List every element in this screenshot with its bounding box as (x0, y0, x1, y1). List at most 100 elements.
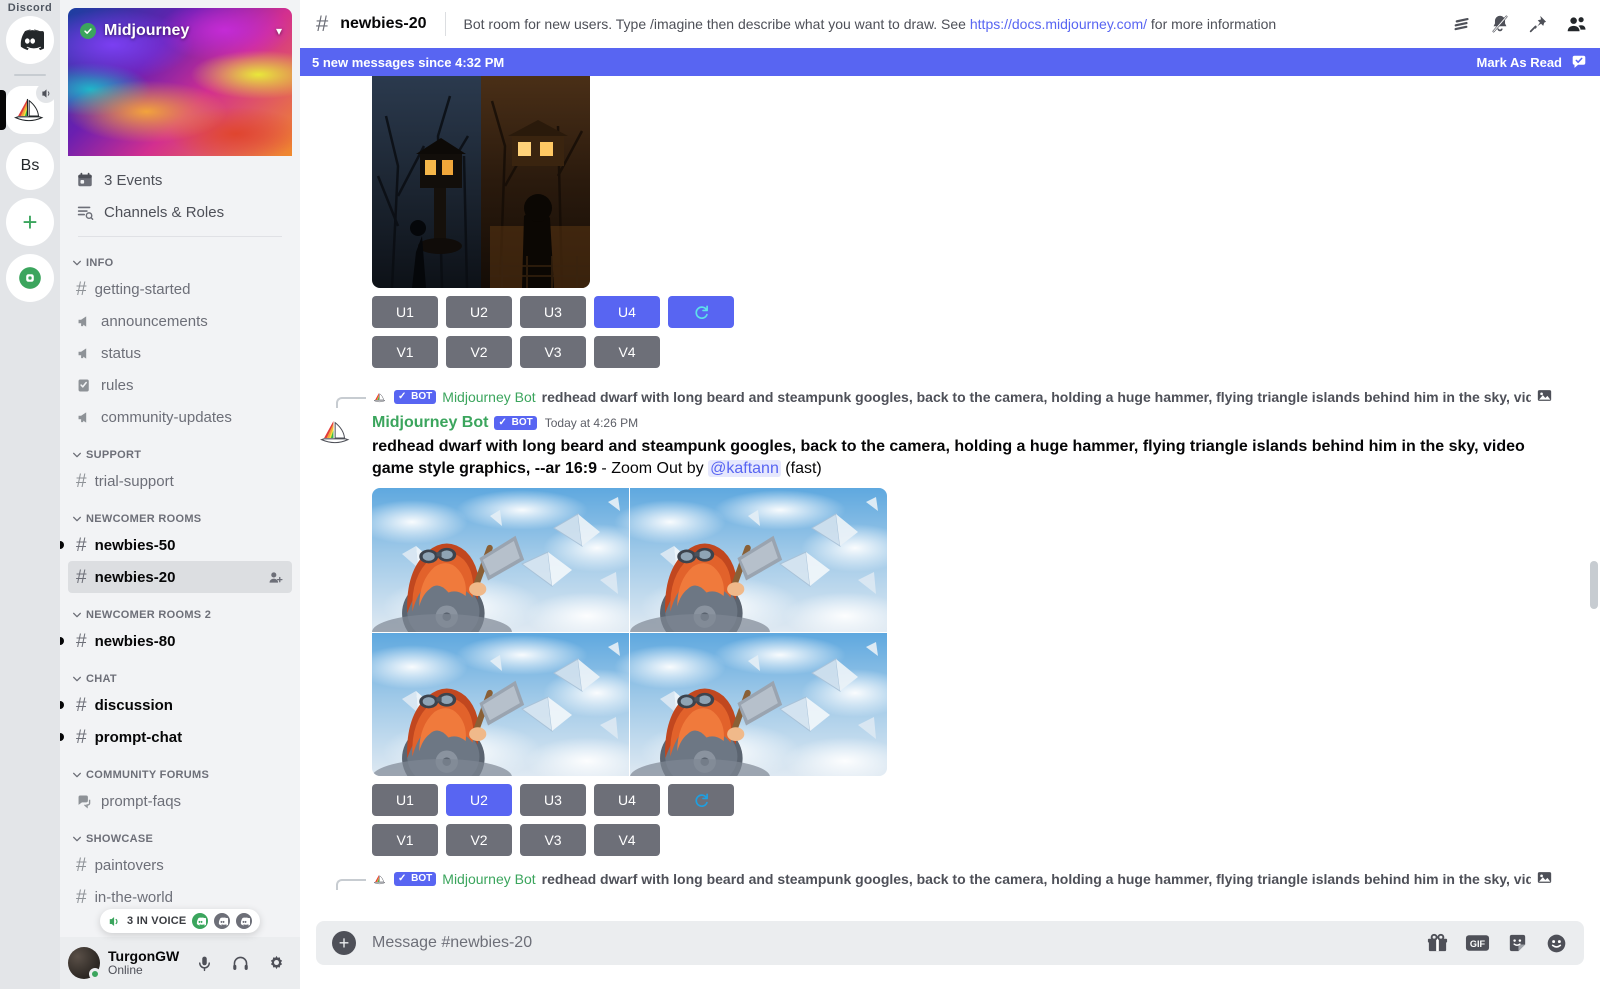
sticker-button[interactable] (1506, 932, 1529, 955)
category-label: COMMUNITY FORUMS (86, 769, 210, 781)
microphone-button[interactable] (188, 947, 220, 979)
unread-indicator (60, 637, 64, 645)
category-community-forums[interactable]: COMMUNITY FORUMS (68, 753, 292, 785)
sidebar-divider (78, 236, 282, 237)
category-support[interactable]: SUPPORT (68, 433, 292, 465)
sidebar-item-trial-support[interactable]: # trial-support (68, 465, 292, 497)
threads-button[interactable] (1446, 8, 1478, 40)
scrollbar-thumb[interactable] (1590, 561, 1598, 609)
generated-image-grid-previous[interactable] (372, 76, 590, 288)
add-server-button[interactable]: + (6, 198, 54, 246)
attachment-icon (1537, 388, 1552, 406)
discord-logo-icon (240, 916, 250, 925)
sidebar-item-community-updates[interactable]: community-updates (68, 401, 292, 433)
sidebar-item-prompt-chat[interactable]: # prompt-chat (60, 721, 292, 753)
scrollbar[interactable] (1590, 76, 1598, 921)
v1-button[interactable]: V1 (372, 824, 438, 856)
user-mention[interactable]: @kaftann (708, 460, 781, 477)
sidebar-item-prompt-faqs[interactable]: prompt-faqs (68, 785, 292, 817)
sidebar-item-events[interactable]: 3 Events (68, 164, 292, 196)
server-banner[interactable]: Midjourney ▾ (68, 8, 292, 156)
chevron-down-icon (73, 676, 81, 682)
mark-as-read-button[interactable]: Mark As Read (1477, 53, 1589, 71)
category-chat[interactable]: CHAT (68, 657, 292, 689)
channel-topic[interactable]: Bot room for new users. Type /imagine th… (464, 16, 1438, 32)
sidebar-item-getting-started[interactable]: # getting-started (68, 273, 292, 305)
emoji-button[interactable] (1545, 932, 1568, 955)
message-author[interactable]: Midjourney Bot (372, 414, 488, 432)
channel-topbar: # newbies-20 Bot room for new users. Typ… (300, 0, 1600, 48)
category-showcase[interactable]: SHOWCASE (68, 817, 292, 849)
v4-button[interactable]: V4 (594, 336, 660, 368)
explore-servers-button[interactable] (6, 254, 54, 302)
message-scroll-area: U1 U2 U3 U4 V1 V2 V3 V4 ✓ BOT Midjourney… (300, 76, 1600, 921)
topic-link[interactable]: https://docs.midjourney.com/ (970, 16, 1147, 32)
refresh-icon (694, 793, 708, 807)
category-newcomer-rooms-2[interactable]: NEWCOMER ROOMS 2 (68, 593, 292, 625)
v2-button[interactable]: V2 (446, 336, 512, 368)
voice-connected-badge (36, 83, 56, 103)
reply-spine (336, 397, 366, 408)
v3-button[interactable]: V3 (520, 336, 586, 368)
sidebar-item-status[interactable]: status (68, 337, 292, 369)
message-input[interactable] (372, 921, 1426, 965)
category-label: NEWCOMER ROOMS (86, 513, 202, 525)
v3-button[interactable]: V3 (520, 824, 586, 856)
microphone-icon (198, 956, 210, 971)
sidebar-item-newbies-20[interactable]: # newbies-20 (68, 561, 292, 593)
message-composer[interactable]: + GIF (316, 921, 1584, 965)
reroll-button[interactable] (668, 296, 734, 328)
gift-button[interactable] (1426, 932, 1449, 955)
u3-button[interactable]: U3 (520, 296, 586, 328)
u2-button[interactable]: U2 (446, 296, 512, 328)
sidebar-item-paintovers[interactable]: # paintovers (68, 849, 292, 881)
user-info[interactable]: TurgonGW Online (108, 948, 180, 978)
create-invite-icon[interactable] (267, 569, 284, 586)
category-info[interactable]: INFO (68, 241, 292, 273)
pinned-messages-button[interactable] (1522, 8, 1554, 40)
v4-button[interactable]: V4 (594, 824, 660, 856)
user-panel-controls (188, 947, 292, 979)
v2-button[interactable]: V2 (446, 824, 512, 856)
reroll-button[interactable] (668, 784, 734, 816)
reply-context[interactable]: ✓ BOT Midjourney Bot redhead dwarf with … (300, 868, 1552, 890)
reply-context[interactable]: ✓ BOT Midjourney Bot redhead dwarf with … (300, 386, 1552, 408)
server-icon-discord-home[interactable] (6, 16, 54, 64)
gif-button[interactable]: GIF (1465, 933, 1490, 953)
notification-settings-button[interactable] (1484, 8, 1516, 40)
category-label: SHOWCASE (86, 833, 154, 845)
sidebar-item-discussion[interactable]: # discussion (60, 689, 292, 721)
server-icon-midjourney[interactable] (0, 83, 56, 134)
v1-button[interactable]: V1 (372, 336, 438, 368)
u4-button[interactable]: U4 (594, 296, 660, 328)
new-messages-banner[interactable]: 5 new messages since 4:32 PM Mark As Rea… (300, 48, 1600, 76)
hash-locked-icon: # (76, 630, 87, 652)
members-button[interactable] (1560, 8, 1592, 40)
sailboat-icon (373, 392, 386, 402)
server-icon-bs[interactable]: Bs (6, 142, 54, 190)
u4-button[interactable]: U4 (594, 784, 660, 816)
sidebar-item-rules[interactable]: rules (68, 369, 292, 401)
sidebar-item-announcements[interactable]: announcements (68, 305, 292, 337)
sidebar-item-newbies-80[interactable]: # newbies-80 (60, 625, 292, 657)
avatar[interactable] (316, 412, 356, 452)
u1-button[interactable]: U1 (372, 784, 438, 816)
u2-button[interactable]: U2 (446, 784, 512, 816)
generated-image-grid[interactable] (372, 488, 887, 776)
server-header[interactable]: Midjourney ▾ (80, 22, 282, 40)
user-settings-button[interactable] (260, 947, 292, 979)
compass-icon (19, 267, 41, 289)
u3-button[interactable]: U3 (520, 784, 586, 816)
bot-badge: ✓ BOT (394, 872, 437, 886)
headphones-button[interactable] (224, 947, 256, 979)
members-icon (1567, 16, 1586, 31)
chevron-down-icon[interactable]: ▾ (276, 24, 282, 38)
hash-icon: # (76, 470, 87, 492)
voice-presence-badge[interactable]: 3 IN VOICE (100, 909, 261, 933)
sidebar-item-channels-roles[interactable]: Channels & Roles (68, 196, 292, 228)
category-newcomer-rooms[interactable]: NEWCOMER ROOMS (68, 497, 292, 529)
avatar[interactable] (68, 947, 101, 980)
u1-button[interactable]: U1 (372, 296, 438, 328)
attach-file-button[interactable]: + (332, 931, 356, 955)
sidebar-item-newbies-50[interactable]: # newbies-50 (60, 529, 292, 561)
